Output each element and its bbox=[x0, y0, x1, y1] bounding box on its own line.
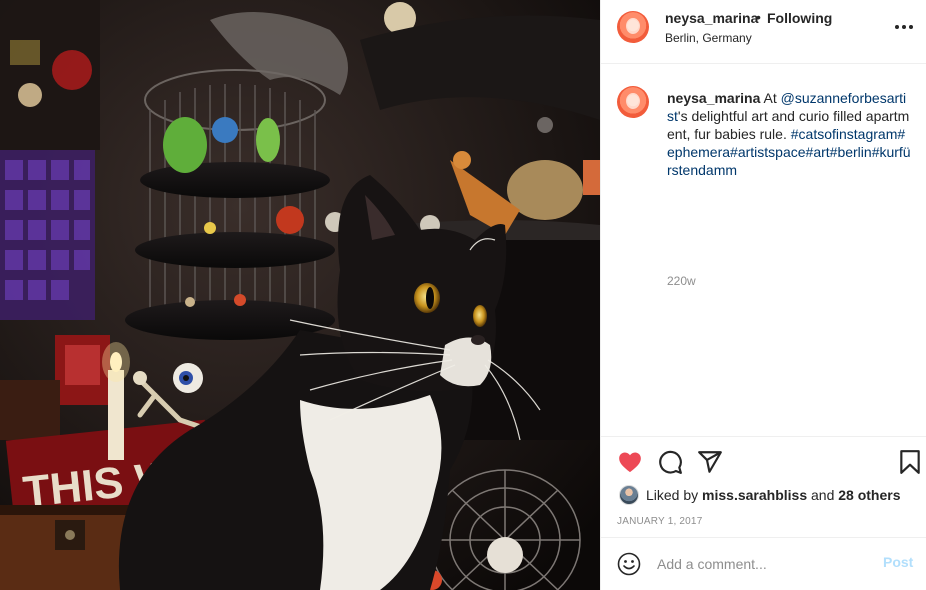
comments-area: neysa_marina At @suzanneforbesartist's d… bbox=[601, 64, 926, 436]
comment-input[interactable] bbox=[657, 552, 877, 576]
hashtag-link[interactable]: #artistspace bbox=[730, 144, 805, 160]
likes-and: and bbox=[807, 487, 839, 503]
post-header: neysa_marina • Following Berlin, Germany bbox=[601, 0, 926, 64]
post-photo[interactable]: THIS WAY bbox=[0, 0, 600, 590]
likes-summary: Liked by miss.sarahbliss and 28 others bbox=[646, 487, 901, 503]
heart-filled-icon[interactable] bbox=[617, 449, 643, 475]
photo-illustration: THIS WAY bbox=[0, 0, 600, 590]
caption-username[interactable]: neysa_marina bbox=[667, 90, 760, 106]
share-icon[interactable] bbox=[697, 449, 723, 475]
add-comment-bar: Post bbox=[601, 537, 926, 590]
caption-author-avatar[interactable] bbox=[617, 86, 649, 118]
post-caption: neysa_marina At @suzanneforbesartist's d… bbox=[667, 89, 911, 179]
caption-timestamp[interactable]: 220w bbox=[667, 274, 696, 288]
author-avatar[interactable] bbox=[617, 11, 649, 43]
likes-prefix: Liked by bbox=[646, 487, 703, 503]
bookmark-icon[interactable] bbox=[897, 449, 923, 475]
post-date[interactable]: JANUARY 1, 2017 bbox=[617, 516, 702, 527]
caption-text-1: At bbox=[760, 90, 781, 106]
others-likes-link[interactable]: 28 others bbox=[838, 487, 900, 503]
more-horizontal-icon[interactable] bbox=[894, 22, 914, 32]
author-username[interactable]: neysa_marina bbox=[665, 10, 758, 26]
comment-icon[interactable] bbox=[657, 449, 683, 475]
liker-avatar[interactable] bbox=[619, 485, 639, 505]
purple-shelf bbox=[0, 0, 100, 320]
hashtag-link[interactable]: #catsofinstagram bbox=[791, 126, 898, 142]
hashtag-link[interactable]: #berlin bbox=[830, 144, 872, 160]
header-separator: • bbox=[756, 9, 761, 25]
post-location[interactable]: Berlin, Germany bbox=[665, 31, 752, 45]
post-side-panel: neysa_marina • Following Berlin, Germany… bbox=[600, 0, 926, 590]
first-liker-link[interactable]: miss.sarahbliss bbox=[702, 487, 807, 503]
hashtag-link[interactable]: #art bbox=[806, 144, 830, 160]
following-button[interactable]: Following bbox=[767, 10, 832, 26]
post-actions: Liked by miss.sarahbliss and 28 others J… bbox=[601, 436, 926, 537]
post-comment-button[interactable]: Post bbox=[883, 554, 926, 570]
emoji-icon[interactable] bbox=[617, 552, 641, 576]
